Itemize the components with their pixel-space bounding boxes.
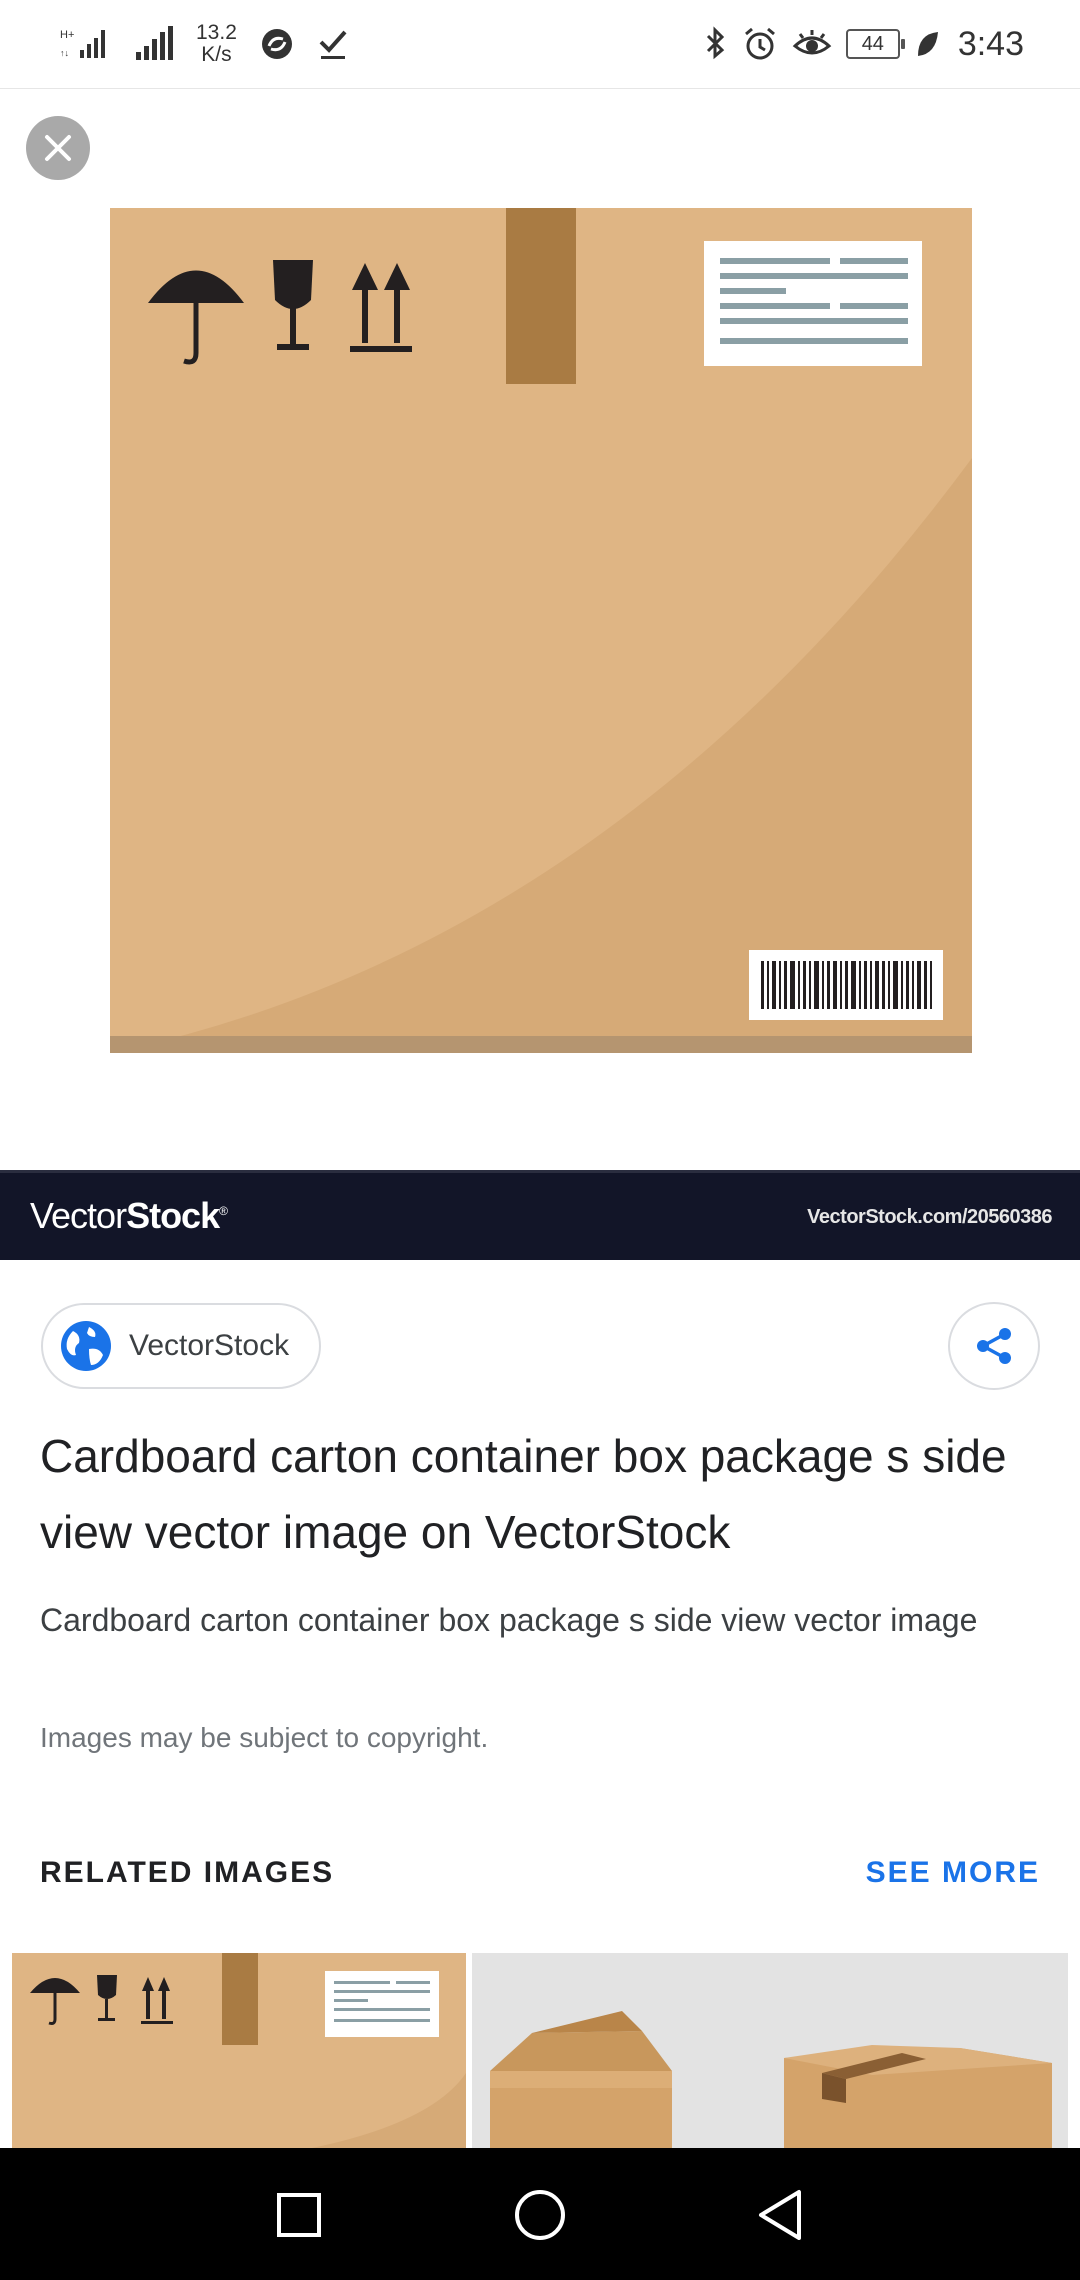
close-button[interactable]	[26, 116, 90, 180]
globe-icon	[61, 1321, 111, 1371]
watermark-url: VectorStock.com/20560386	[807, 1206, 1052, 1228]
svg-text:↑↓: ↑↓	[60, 48, 69, 58]
recents-button[interactable]	[264, 2180, 334, 2250]
box-bottom-edge	[110, 1036, 972, 1053]
signal-bars-icon	[136, 26, 173, 60]
clock: 3:43	[957, 24, 1024, 63]
sync-icon	[261, 29, 292, 59]
share-icon	[977, 1328, 1011, 1364]
network-type-label: H+	[60, 29, 74, 41]
watermark-logo: VectorStock®	[30, 1195, 228, 1236]
check-icon	[319, 30, 347, 59]
alarm-icon	[744, 27, 775, 60]
leaf-icon	[917, 32, 938, 56]
battery-indicator: 44	[845, 29, 905, 59]
mobile-signal-icon: H+ ↑↓	[60, 29, 105, 58]
close-icon	[45, 135, 71, 161]
network-speed: 13.2 K/s	[196, 22, 237, 66]
network-speed-value: 13.2	[196, 21, 237, 44]
source-chip[interactable]: VectorStock	[41, 1303, 321, 1389]
watermark-logo-light: Vector	[30, 1195, 127, 1236]
image-description: Cardboard carton container box package s…	[40, 1602, 978, 1638]
watermark-band: VectorStock® VectorStock.com/20560386	[0, 1170, 1080, 1260]
related-thumbnail[interactable]	[472, 1953, 1068, 2148]
status-bar: H+ ↑↓ 13.2 K/s 44 3:43	[0, 0, 1080, 89]
back-button[interactable]	[745, 2180, 815, 2250]
bluetooth-icon	[706, 26, 725, 60]
main-image[interactable]	[110, 208, 972, 1053]
network-speed-unit: K/s	[201, 43, 232, 66]
status-right: 44 3:43	[704, 16, 1024, 72]
related-images-heading: RELATED IMAGES	[40, 1856, 335, 1889]
see-more-link[interactable]: SEE MORE	[866, 1856, 1040, 1890]
watermark-logo-bold: Stock	[126, 1195, 220, 1236]
shipping-label	[704, 241, 922, 366]
square-icon	[277, 2193, 321, 2237]
box-tape	[506, 208, 576, 384]
copyright-notice: Images may be subject to copyright.	[40, 1722, 489, 1753]
home-button[interactable]	[505, 2180, 575, 2250]
barcode	[749, 950, 943, 1020]
navigation-bar	[0, 2148, 1080, 2280]
eye-comfort-icon	[792, 30, 832, 55]
source-name: VectorStock	[129, 1329, 290, 1362]
circle-icon	[515, 2190, 565, 2240]
related-thumbnail[interactable]	[12, 1953, 466, 2148]
status-left: H+ ↑↓ 13.2 K/s	[60, 16, 349, 72]
triangle-back-icon	[759, 2190, 801, 2240]
image-title[interactable]: Cardboard carton container box package s…	[40, 1418, 1040, 1570]
share-button[interactable]	[948, 1302, 1040, 1390]
